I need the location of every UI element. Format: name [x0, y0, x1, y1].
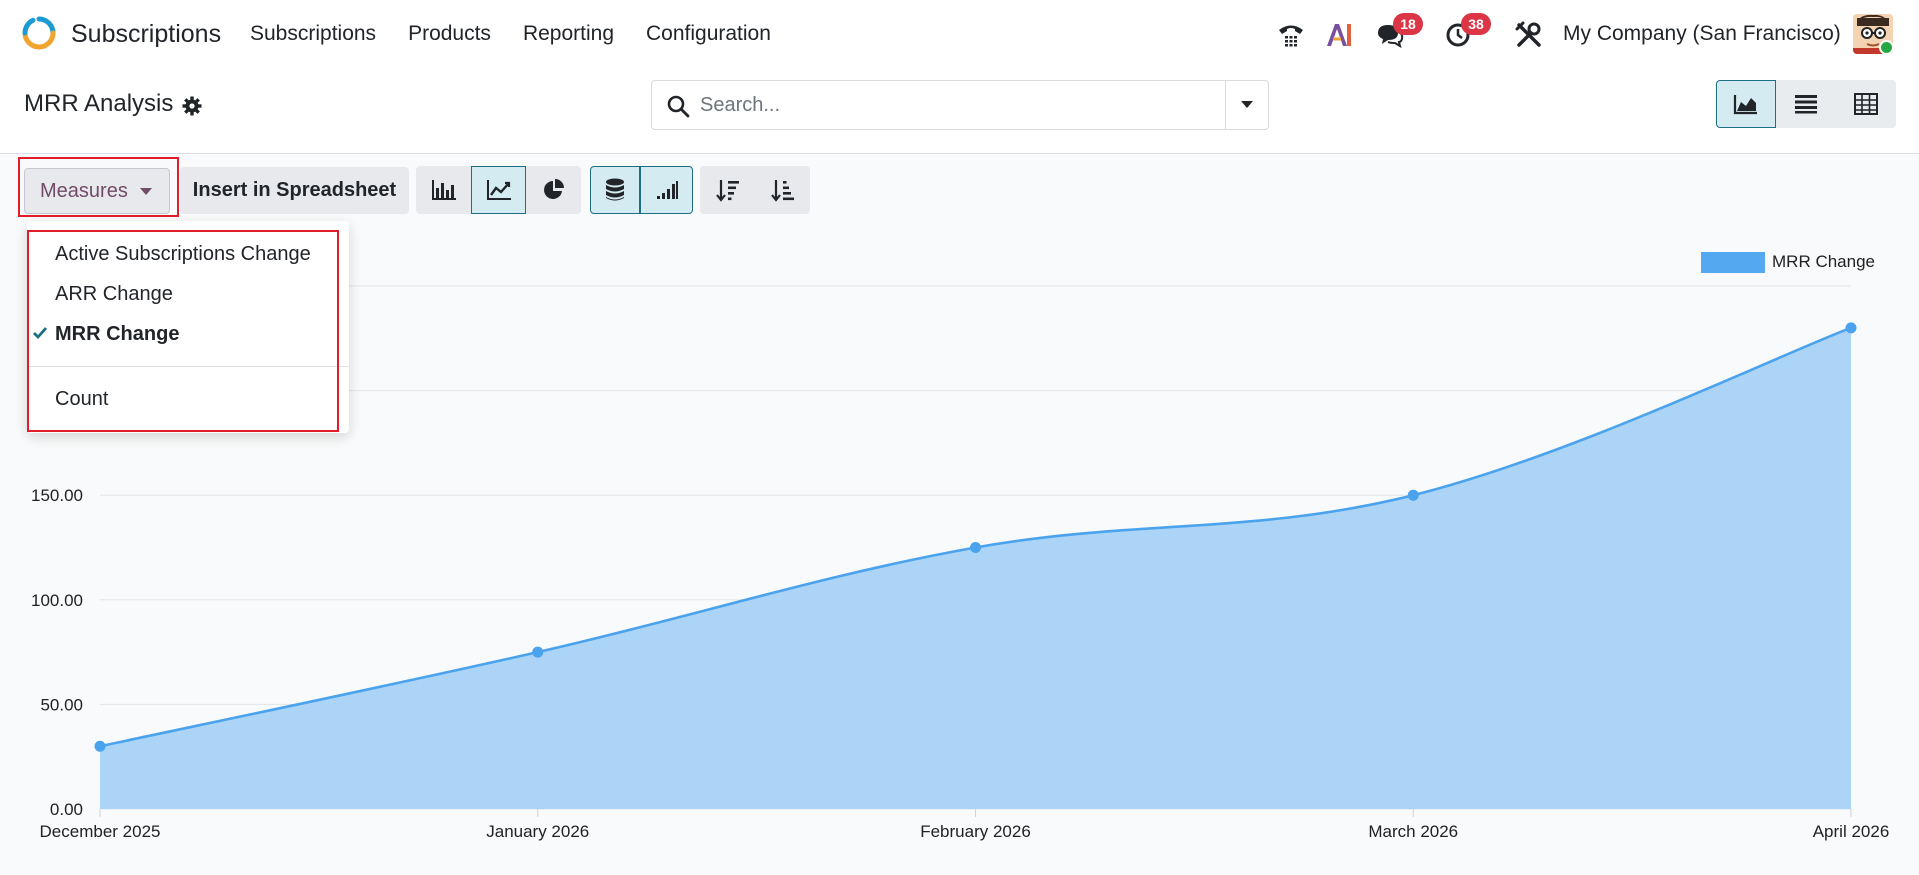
- table-icon: [1854, 93, 1878, 115]
- data-point: [1845, 322, 1857, 334]
- search-icon: [667, 95, 690, 118]
- pivot-view-button[interactable]: [1836, 80, 1896, 128]
- data-point: [94, 740, 106, 752]
- legend-label[interactable]: MRR Change: [1772, 252, 1875, 272]
- subscriptions-app-icon[interactable]: [22, 16, 56, 50]
- search-options-toggle[interactable]: [1225, 81, 1268, 129]
- menu-configuration[interactable]: Configuration: [646, 22, 771, 46]
- menu-products[interactable]: Products: [408, 22, 491, 46]
- sort-descending-button[interactable]: [700, 166, 755, 214]
- y-tick-label: 100.00: [31, 591, 83, 610]
- y-tick-label: 0.00: [50, 800, 83, 819]
- cumulative-button[interactable]: [640, 166, 693, 214]
- highlight-box-dropdown: [27, 230, 339, 432]
- x-tick-label: December 2025: [40, 822, 161, 841]
- page-title: MRR Analysis: [24, 90, 174, 117]
- chart-type-group: [416, 166, 581, 214]
- data-point: [970, 542, 981, 553]
- x-tick-label: March 2026: [1368, 822, 1458, 841]
- x-tick-label: April 2026: [1813, 822, 1890, 841]
- x-tick-label: January 2026: [486, 822, 589, 841]
- sort-ascending-icon: [770, 180, 794, 202]
- area-chart-icon: [1733, 95, 1757, 115]
- ai-icon[interactable]: [1320, 16, 1358, 54]
- chat-icon[interactable]: 18: [1371, 13, 1423, 54]
- sort-group: [700, 166, 810, 214]
- top-navbar: Subscriptions Subscriptions Products Rep…: [0, 0, 1919, 70]
- y-tick-label: 150.00: [31, 486, 83, 505]
- graph-view-button[interactable]: [1716, 80, 1776, 128]
- tools-icon[interactable]: [1510, 16, 1548, 54]
- presence-indicator: [1879, 40, 1894, 55]
- line-chart-icon: [486, 180, 511, 200]
- app-name[interactable]: Subscriptions: [71, 20, 221, 49]
- pie-chart-button[interactable]: [526, 166, 581, 214]
- menu-subscriptions[interactable]: Subscriptions: [250, 22, 376, 46]
- view-switcher: [1716, 80, 1896, 128]
- line-chart-button[interactable]: [471, 166, 526, 214]
- legend-swatch[interactable]: [1701, 252, 1765, 273]
- main-menu: Subscriptions Products Reporting Configu…: [250, 22, 771, 46]
- chart-options-group: [590, 166, 693, 214]
- insert-in-spreadsheet-button[interactable]: Insert in Spreadsheet: [180, 167, 409, 214]
- search-input[interactable]: [700, 89, 1200, 121]
- sort-descending-icon: [715, 180, 739, 202]
- phone-icon[interactable]: [1272, 16, 1310, 54]
- search-bar: [651, 80, 1269, 130]
- stacked-button[interactable]: [590, 166, 640, 214]
- bar-chart-icon: [431, 180, 456, 200]
- activities-badge: 38: [1461, 13, 1491, 35]
- sort-ascending-button[interactable]: [755, 166, 810, 214]
- data-point: [1407, 489, 1419, 501]
- data-point: [532, 646, 544, 658]
- x-tick-label: February 2026: [920, 822, 1031, 841]
- signal-bars-icon: [656, 181, 678, 199]
- clock-icon[interactable]: 38: [1439, 13, 1491, 54]
- menu-reporting[interactable]: Reporting: [523, 22, 614, 46]
- company-switcher[interactable]: My Company (San Francisco): [1563, 22, 1841, 46]
- database-icon: [606, 178, 624, 201]
- list-view-button[interactable]: [1776, 80, 1836, 128]
- series-area-mrr-change: [100, 327, 1851, 809]
- caret-down-icon: [1241, 101, 1253, 108]
- gear-icon[interactable]: [182, 96, 202, 116]
- pie-chart-icon: [543, 179, 564, 199]
- list-icon: [1795, 95, 1817, 114]
- bar-chart-button[interactable]: [416, 166, 471, 214]
- highlight-box-measures: [18, 157, 179, 217]
- y-tick-label: 50.00: [40, 695, 83, 714]
- messages-badge: 18: [1393, 13, 1423, 35]
